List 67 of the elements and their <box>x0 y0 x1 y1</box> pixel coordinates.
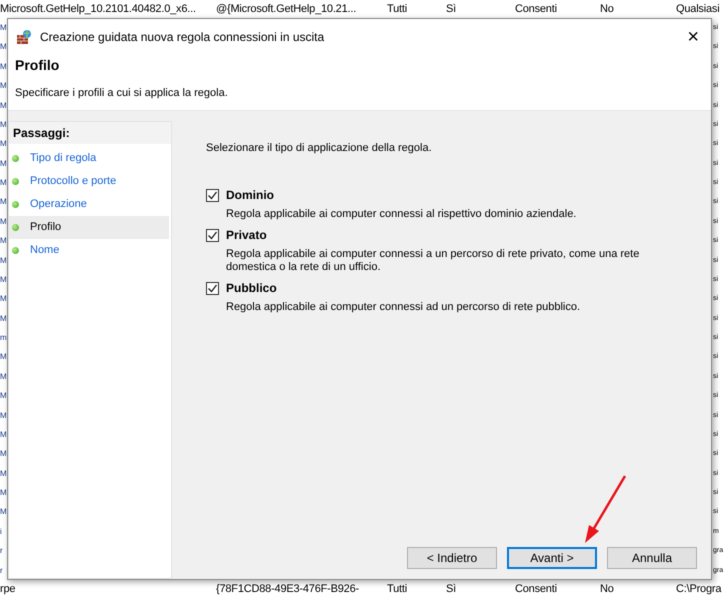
checkbox-icon[interactable] <box>206 228 219 242</box>
table-cell-text: Tutti <box>387 582 408 597</box>
table-cell-text: M <box>0 293 7 306</box>
step-item[interactable]: Tipo di regola <box>9 146 169 170</box>
table-cell-text: M <box>0 196 7 208</box>
table-cell-text: M <box>0 100 7 112</box>
profile-checkbox[interactable]: Pubblico <box>206 279 699 297</box>
profile-checkbox[interactable]: Dominio <box>206 186 699 204</box>
profile-description: Regola applicabile ai computer connessi ad un percorso di rete pubblico. <box>226 301 582 314</box>
table-cell-text: r <box>0 545 3 558</box>
table-cell-text: M <box>0 41 7 54</box>
page-title: Profilo <box>15 56 60 75</box>
table-cell-text: @{Microsoft.GetHelp_10.21... <box>216 2 358 17</box>
profile-description: Regola applicabile ai computer connessi a un percorso di rete privato, come una rete domestica o la rete di un ufficio. <box>226 248 640 274</box>
table-cell-text: rpe <box>0 582 16 597</box>
table-cell-text: M <box>0 138 7 150</box>
instruction-text: Selezionare il tipo di applicazione della regola. <box>206 140 433 156</box>
step-item[interactable]: Protocollo e porte <box>9 170 169 192</box>
table-cell-text: M <box>0 177 7 189</box>
table-cell-text: No <box>600 2 615 17</box>
table-cell-text: M <box>0 216 7 228</box>
table-cell-text: M <box>0 448 7 460</box>
table-cell-text: M <box>0 80 7 92</box>
table-cell-text: M <box>0 506 7 518</box>
table-cell-text: r <box>0 564 3 576</box>
table-cell-text: Microsoft.GetHelp_10.2101.40482.0_x6... <box>0 2 197 17</box>
wizard-button[interactable]: Annulla <box>607 547 697 569</box>
table-cell-text: M <box>0 312 7 325</box>
table-cell-text: Qualsiasi <box>676 2 720 17</box>
table-cell-text: Consenti <box>515 582 558 597</box>
checkbox-icon[interactable] <box>206 282 219 294</box>
step-item[interactable]: Operazione <box>9 192 169 216</box>
profile-checkbox[interactable]: Privato <box>206 226 699 244</box>
table-cell-text: m <box>0 332 7 344</box>
table-cell-text: C:\Progra <box>676 582 722 597</box>
table-cell-text: M <box>0 60 7 73</box>
table-cell-text: M <box>0 235 7 248</box>
table-cell-text: M <box>0 410 7 422</box>
table-cell-text: M <box>0 428 7 441</box>
table-cell-text: Sì <box>446 582 457 597</box>
wizard-button[interactable]: Avanti > <box>507 547 597 569</box>
window-title: Creazione guidata nuova regola connessioni in uscita <box>40 29 326 46</box>
table-cell-text: M <box>0 118 7 131</box>
table-cell-text: M <box>0 487 7 499</box>
table-cell-text: M <box>0 158 7 170</box>
step-item[interactable]: Profilo <box>9 216 169 238</box>
table-cell-text: M <box>0 370 7 383</box>
table-cell-text: M <box>0 468 7 480</box>
step-item[interactable]: Nome <box>9 238 169 262</box>
table-cell-text: No <box>600 582 615 597</box>
table-cell-text: M <box>0 274 7 286</box>
checkbox-icon[interactable] <box>206 188 219 202</box>
steps-title: Passaggi: <box>9 122 171 144</box>
close-button[interactable]: × <box>687 27 699 47</box>
table-cell-text: i <box>0 526 2 538</box>
table-cell-text: Consenti <box>515 2 558 17</box>
table-cell-text: {78F1CD88-49E3-476F-B926- <box>216 582 360 597</box>
firewall-icon <box>16 29 32 45</box>
wizard-button[interactable]: < Indietro <box>407 547 497 569</box>
table-cell-text: M <box>0 22 7 34</box>
table-cell-text: M <box>0 254 7 266</box>
profile-description: Regola applicabile ai computer connessi al rispettivo dominio aziendale. <box>226 208 578 221</box>
table-cell-text: Sì <box>446 2 457 17</box>
table-cell-text: M <box>0 351 7 364</box>
page-subtitle: Specificare i profili a cui si applica la regola. <box>15 86 229 101</box>
table-cell-text: Tutti <box>387 2 408 17</box>
table-cell-text: M <box>0 390 7 402</box>
